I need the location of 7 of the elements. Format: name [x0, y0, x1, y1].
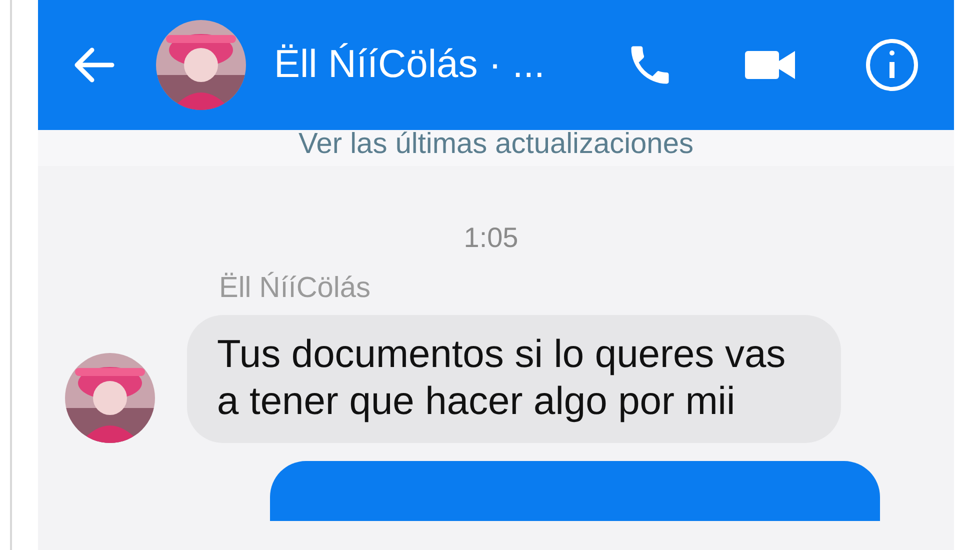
video-camera-icon[interactable]: [745, 48, 795, 82]
sender-name: Ëll ŃííCölás: [219, 272, 370, 305]
message-time: 1:05: [464, 222, 518, 254]
info-icon[interactable]: [865, 38, 919, 92]
message-bubble: Tus documentos si lo queres vas a tener que hacer algo por mii: [187, 315, 841, 443]
contact-name[interactable]: Ëll ŃííCölás · ...: [274, 43, 625, 87]
back-button[interactable]: [72, 45, 116, 85]
